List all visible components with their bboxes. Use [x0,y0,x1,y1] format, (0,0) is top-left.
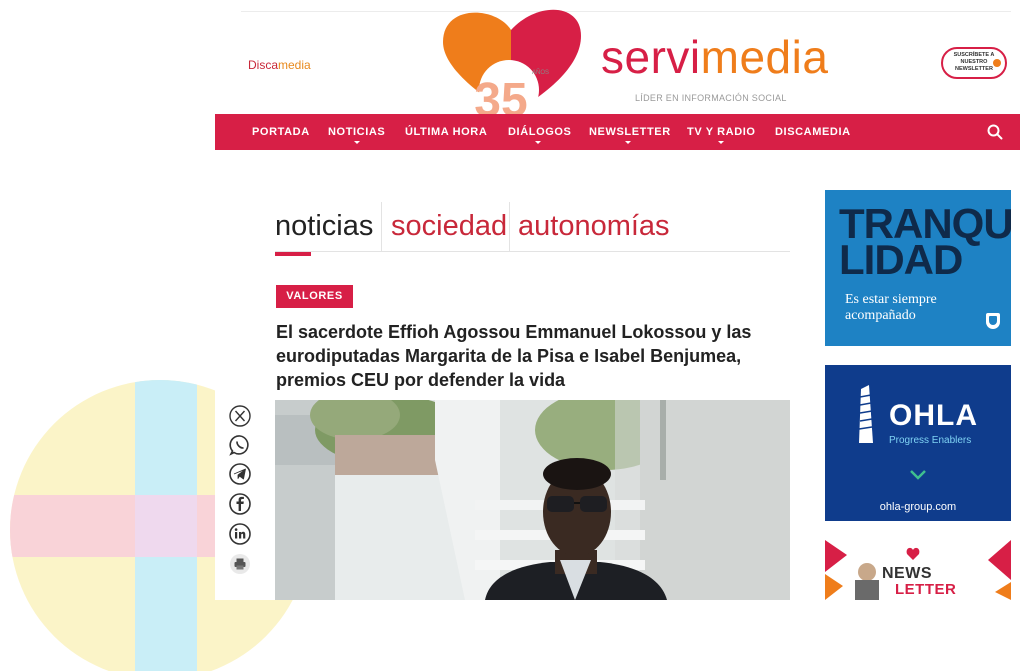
ad-subtext-line-2: acompañado [845,308,916,323]
tab-noticias[interactable]: noticias [275,210,373,243]
brand-name-part1: servi [601,31,701,83]
subscribe-dot-icon [993,59,1001,67]
linkedin-icon[interactable] [228,522,252,546]
chevron-down-icon [535,141,541,144]
ohla-tagline: Progress Enablers [889,435,972,446]
tab-divider [509,202,510,252]
ad-headline-line-2: LIDAD [839,236,963,283]
discamedia-logo[interactable]: Discamedia [248,58,311,72]
advertisement-newsletter[interactable]: NEWS LETTER [825,540,1011,600]
whatsapp-icon[interactable] [228,433,252,457]
newsletter-ad-word-2: LETTER [895,581,957,598]
madrid-shield-icon [986,313,1000,329]
top-divider [241,11,1011,12]
discamedia-logo-suffix: media [278,58,311,72]
advertisement-ohla[interactable]: OHLA Progress Enablers ohla-group.com [825,365,1011,521]
ad-headline: TRANQUI LIDAD [839,203,1011,283]
chevron-down-icon [910,470,926,480]
tab-sociedad[interactable]: sociedad [391,210,507,243]
nav-item-portada[interactable]: PORTADA [252,126,310,138]
subscribe-newsletter-button[interactable]: SUSCRÍBETE A NUESTRO NEWSLETTER [941,47,1007,79]
ohla-tower-icon [858,385,873,443]
brand-tagline: LÍDER EN INFORMACIÓN SOCIAL [635,93,787,103]
telegram-icon[interactable] [228,462,252,486]
article-photo [275,400,790,600]
section-breadcrumb: noticias sociedad autonomías [275,202,790,252]
background-watermark [395,622,421,671]
category-badge[interactable]: VALORES [276,285,353,308]
search-icon[interactable] [986,123,1004,141]
subscribe-line-1: SUSCRÍBETE A [953,52,995,58]
ad-subtext: Es estar siempre acompañado [845,292,937,324]
nav-item-newsletter[interactable]: NEWSLETTER [589,126,671,138]
facebook-icon[interactable] [228,492,252,516]
servimedia-logo[interactable]: servimedia [601,34,828,80]
nav-item-discamedia[interactable]: DISCAMEDIA [775,126,851,138]
nav-item-tv-y-radio[interactable]: TV Y RADIO [687,126,756,138]
nav-item-dialogos[interactable]: DIÁLOGOS [508,126,571,138]
ohla-url: ohla-group.com [879,501,957,513]
anniversary-35-logo[interactable]: 35 AÑOS [441,8,586,116]
article-title: El sacerdote Effioh Agossou Emmanuel Lok… [276,322,752,390]
discamedia-logo-prefix: Disca [248,58,279,72]
x-icon[interactable] [228,404,252,428]
print-icon[interactable] [228,552,252,576]
advertisement-tranquilidad[interactable]: TRANQUI LIDAD Es estar siempre acompañad… [825,190,1011,346]
webpage-viewport: Discamedia 35 AÑOS servimedia LÍDER EN I… [215,0,1020,600]
anniversary-number: 35 [474,74,527,116]
tab-autonomias[interactable]: autonomías [518,210,670,243]
nav-item-noticias[interactable]: NOTICIAS [328,126,385,138]
anniversary-label: AÑOS [532,69,549,76]
chevron-down-icon [718,141,724,144]
brand-name-part2: media [700,31,829,83]
chevron-down-icon [625,141,631,144]
main-navigation: PORTADA NOTICIAS ÚLTIMA HORA DIÁLOGOS NE… [215,114,1020,150]
subscribe-line-3: NEWSLETTER [955,66,993,72]
nav-item-ultima-hora[interactable]: ÚLTIMA HORA [405,126,487,138]
active-tab-indicator [275,252,311,256]
tab-divider [381,202,382,252]
ohla-logo-text: OHLA [889,399,978,432]
ad-subtext-line-1: Es estar siempre [845,292,937,307]
chevron-down-icon [354,141,360,144]
